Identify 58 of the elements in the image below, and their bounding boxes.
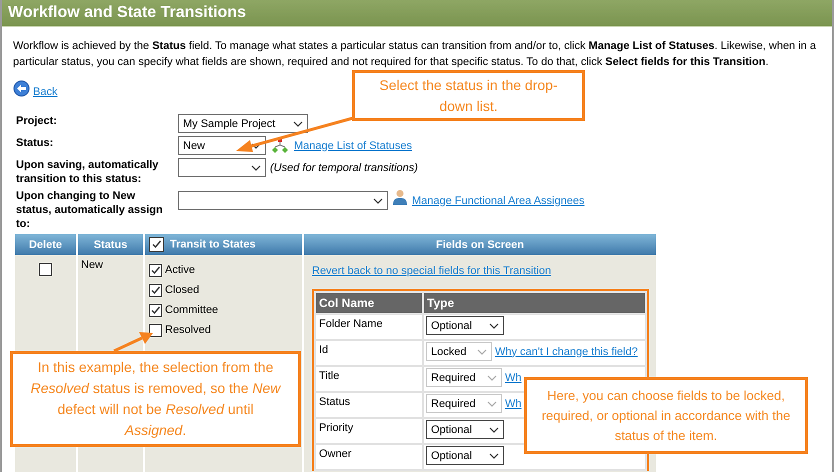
column-header: Delete (15, 234, 76, 255)
person-icon (393, 188, 407, 204)
chevron-icon (293, 120, 303, 126)
checkbox-label: Resolved (165, 324, 211, 336)
page-title: Workflow and State Transitions (2, 0, 832, 27)
checkbox[interactable] (39, 263, 52, 276)
field-name-cell: Title (316, 367, 422, 391)
checkbox-label: Committee (165, 304, 218, 316)
status-text: New (81, 259, 104, 271)
column-header: Type (424, 293, 645, 313)
checkbox[interactable] (149, 304, 162, 316)
checkmark-icon (150, 264, 161, 276)
checkbox[interactable] (149, 284, 162, 296)
dropdown[interactable]: New (178, 136, 266, 155)
type-dropdown[interactable]: Optional (426, 316, 504, 335)
dropdown[interactable] (178, 191, 388, 210)
type-dropdown[interactable]: Optional (426, 446, 504, 465)
checkmark-icon (150, 284, 161, 296)
chevron-icon (489, 452, 499, 458)
column-header: Col Name (316, 293, 422, 313)
chevron-icon (373, 198, 383, 204)
column-header: Status (78, 234, 143, 255)
callout-text: Here, you can choose fields to be locked, required, or optional in accordance with the status of the item. (540, 386, 792, 444)
checkbox-label: Closed (165, 284, 200, 296)
dropdown[interactable] (178, 158, 266, 177)
callout-text: In this example, the selection from the Resolved status is removed, so the New defect will not be Resolved until Assigned. (30, 358, 282, 440)
chevron-icon (489, 322, 499, 328)
intro-paragraph: Workflow is achieved by the Status field. To manage what states a particular status can transition from and/or to, click Manage List of Statuses. Likewise, when in a particular status, you can specify what fields are shown, required and not required for that specific status. To do that, click Select fields for this Transition. (13, 39, 817, 70)
column-header: Fields on Screen (304, 234, 656, 255)
checkmark-icon (151, 239, 162, 250)
field-name-cell: Folder Name (316, 315, 422, 339)
chevron-icon (487, 400, 497, 406)
field-name-cell: Priority (316, 419, 422, 443)
hierarchy-icon (271, 138, 289, 154)
dropdown[interactable]: My Sample Project (178, 114, 308, 133)
field-name-cell: Status (316, 393, 422, 417)
chevron-icon (487, 374, 497, 380)
chevron-icon (477, 348, 487, 354)
field-label: Project: (16, 114, 58, 128)
checkbox-label: Active (165, 264, 195, 276)
column-header: Transit to States (145, 234, 302, 255)
manage-link[interactable]: Manage Functional Area Assignees (412, 194, 584, 206)
field-label: Upon saving, automatically transition to this status: (16, 158, 160, 186)
chevron-icon (251, 164, 261, 170)
type-dropdown[interactable]: Optional (426, 420, 504, 439)
chevron-icon (489, 426, 499, 432)
back-link[interactable]: Back (33, 86, 58, 98)
hint-text: (Used for temporal transitions) (270, 162, 418, 174)
checkbox[interactable] (149, 237, 164, 252)
manage-link[interactable]: Manage List of Statuses (294, 140, 412, 152)
field-label: Upon changing to New status, automatically assign to: (16, 189, 164, 231)
checkbox[interactable] (149, 264, 162, 276)
field-label: Status: (16, 136, 54, 150)
callout-text: Select the status in the drop-down list. (378, 76, 559, 116)
field-name-cell: Id (316, 341, 422, 365)
field-name-cell: Owner (316, 445, 422, 469)
checkbox[interactable] (149, 324, 162, 336)
checkmark-icon (150, 304, 161, 316)
